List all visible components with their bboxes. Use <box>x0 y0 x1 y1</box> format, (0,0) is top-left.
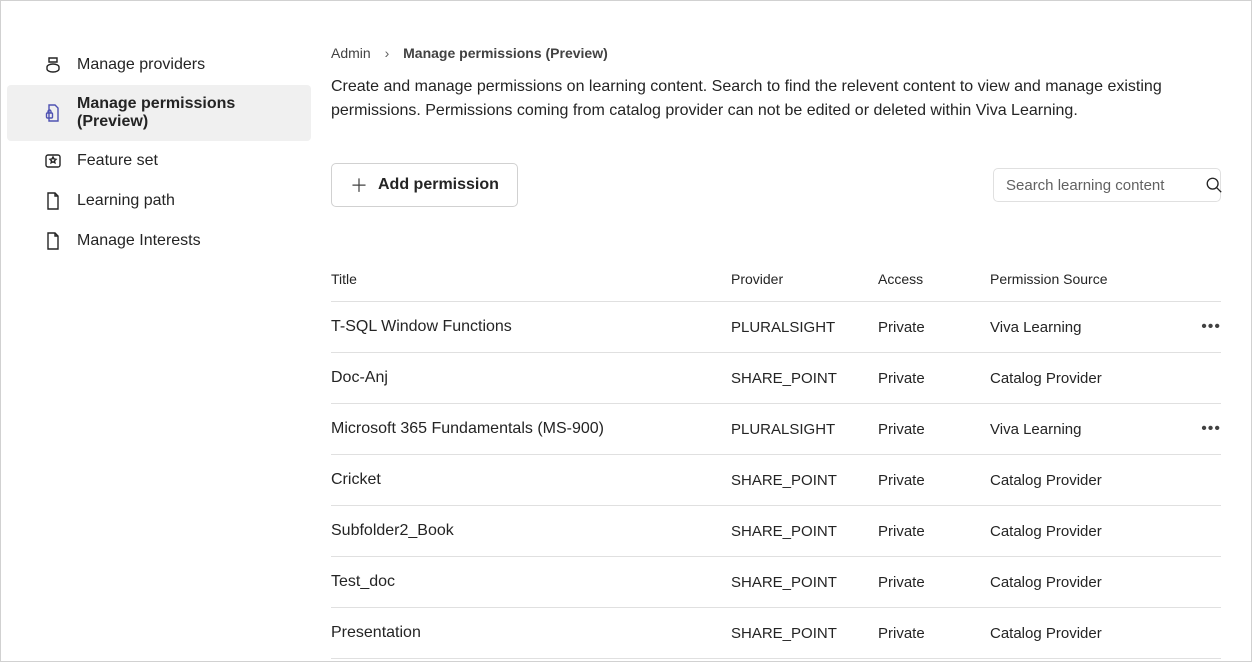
cell-title: Subfolder2_Book <box>331 522 731 540</box>
more-icon[interactable]: ••• <box>1201 318 1221 335</box>
cell-title: Test_doc <box>331 573 731 591</box>
cell-actions: ••• <box>1181 420 1221 438</box>
breadcrumb: Admin › Manage permissions (Preview) <box>331 45 1221 61</box>
page-description: Create and manage permissions on learnin… <box>331 75 1191 123</box>
header-title[interactable]: Title <box>331 271 731 287</box>
table-row[interactable]: CricketSHARE_POINTPrivateCatalog Provide… <box>331 455 1221 506</box>
header-actions <box>1181 271 1221 287</box>
permissions-icon <box>43 103 63 123</box>
cell-access: Private <box>878 574 990 591</box>
sidebar-item-3[interactable]: Learning path <box>1 181 317 221</box>
cell-provider: SHARE_POINT <box>731 625 878 642</box>
table-body: T-SQL Window FunctionsPLURALSIGHTPrivate… <box>331 302 1221 659</box>
plus-icon: ＋ <box>350 172 368 198</box>
sidebar-item-label: Manage providers <box>77 56 205 74</box>
cell-access: Private <box>878 472 990 489</box>
cell-source: Viva Learning <box>990 319 1181 336</box>
header-provider[interactable]: Provider <box>731 271 878 287</box>
cell-provider: PLURALSIGHT <box>731 319 878 336</box>
permissions-table: Title Provider Access Permission Source … <box>331 271 1221 659</box>
cell-access: Private <box>878 523 990 540</box>
cell-source: Catalog Provider <box>990 523 1181 540</box>
cell-source: Catalog Provider <box>990 574 1181 591</box>
cell-provider: SHARE_POINT <box>731 472 878 489</box>
cell-title: Cricket <box>331 471 731 489</box>
search-box[interactable] <box>993 168 1221 202</box>
search-input[interactable] <box>1006 177 1205 194</box>
sidebar-item-4[interactable]: Manage Interests <box>1 221 317 261</box>
cell-provider: SHARE_POINT <box>731 523 878 540</box>
table-row[interactable]: Subfolder2_BookSHARE_POINTPrivateCatalog… <box>331 506 1221 557</box>
cell-access: Private <box>878 370 990 387</box>
toolbar: ＋ Add permission <box>331 163 1221 207</box>
table-row[interactable]: T-SQL Window FunctionsPLURALSIGHTPrivate… <box>331 302 1221 353</box>
cell-source: Catalog Provider <box>990 625 1181 642</box>
providers-icon <box>43 55 63 75</box>
document-icon <box>43 231 63 251</box>
cell-title: T-SQL Window Functions <box>331 318 731 336</box>
cell-access: Private <box>878 319 990 336</box>
cell-source: Catalog Provider <box>990 472 1181 489</box>
sidebar-item-2[interactable]: Feature set <box>1 141 317 181</box>
main-content: Admin › Manage permissions (Preview) Cre… <box>317 1 1251 661</box>
feature-icon <box>43 151 63 171</box>
cell-title: Microsoft 365 Fundamentals (MS-900) <box>331 420 731 438</box>
sidebar-item-1[interactable]: Manage permissions (Preview) <box>7 85 311 141</box>
cell-provider: PLURALSIGHT <box>731 421 878 438</box>
chevron-right-icon: › <box>385 45 390 61</box>
breadcrumb-parent[interactable]: Admin <box>331 45 371 61</box>
cell-access: Private <box>878 421 990 438</box>
sidebar-item-label: Manage permissions (Preview) <box>77 95 291 131</box>
cell-actions: ••• <box>1181 318 1221 336</box>
header-source[interactable]: Permission Source <box>990 271 1181 287</box>
more-icon[interactable]: ••• <box>1201 420 1221 437</box>
sidebar-item-label: Learning path <box>77 192 175 210</box>
table-row[interactable]: Doc-AnjSHARE_POINTPrivateCatalog Provide… <box>331 353 1221 404</box>
table-row[interactable]: Microsoft 365 Fundamentals (MS-900)PLURA… <box>331 404 1221 455</box>
cell-provider: SHARE_POINT <box>731 370 878 387</box>
breadcrumb-current: Manage permissions (Preview) <box>403 45 608 61</box>
sidebar-item-label: Manage Interests <box>77 232 201 250</box>
cell-title: Presentation <box>331 624 731 642</box>
cell-source: Viva Learning <box>990 421 1181 438</box>
cell-title: Doc-Anj <box>331 369 731 387</box>
header-access[interactable]: Access <box>878 271 990 287</box>
add-permission-button[interactable]: ＋ Add permission <box>331 163 518 207</box>
cell-provider: SHARE_POINT <box>731 574 878 591</box>
sidebar-item-label: Feature set <box>77 152 158 170</box>
cell-source: Catalog Provider <box>990 370 1181 387</box>
search-icon <box>1205 175 1223 195</box>
table-row[interactable]: PresentationSHARE_POINTPrivateCatalog Pr… <box>331 608 1221 659</box>
sidebar: Manage providers Manage permissions (Prev… <box>1 1 317 661</box>
document-icon <box>43 191 63 211</box>
cell-access: Private <box>878 625 990 642</box>
table-header: Title Provider Access Permission Source <box>331 271 1221 302</box>
add-permission-label: Add permission <box>378 176 499 194</box>
table-row[interactable]: Test_docSHARE_POINTPrivateCatalog Provid… <box>331 557 1221 608</box>
app-root: Manage providers Manage permissions (Prev… <box>0 0 1252 662</box>
sidebar-item-0[interactable]: Manage providers <box>1 45 317 85</box>
